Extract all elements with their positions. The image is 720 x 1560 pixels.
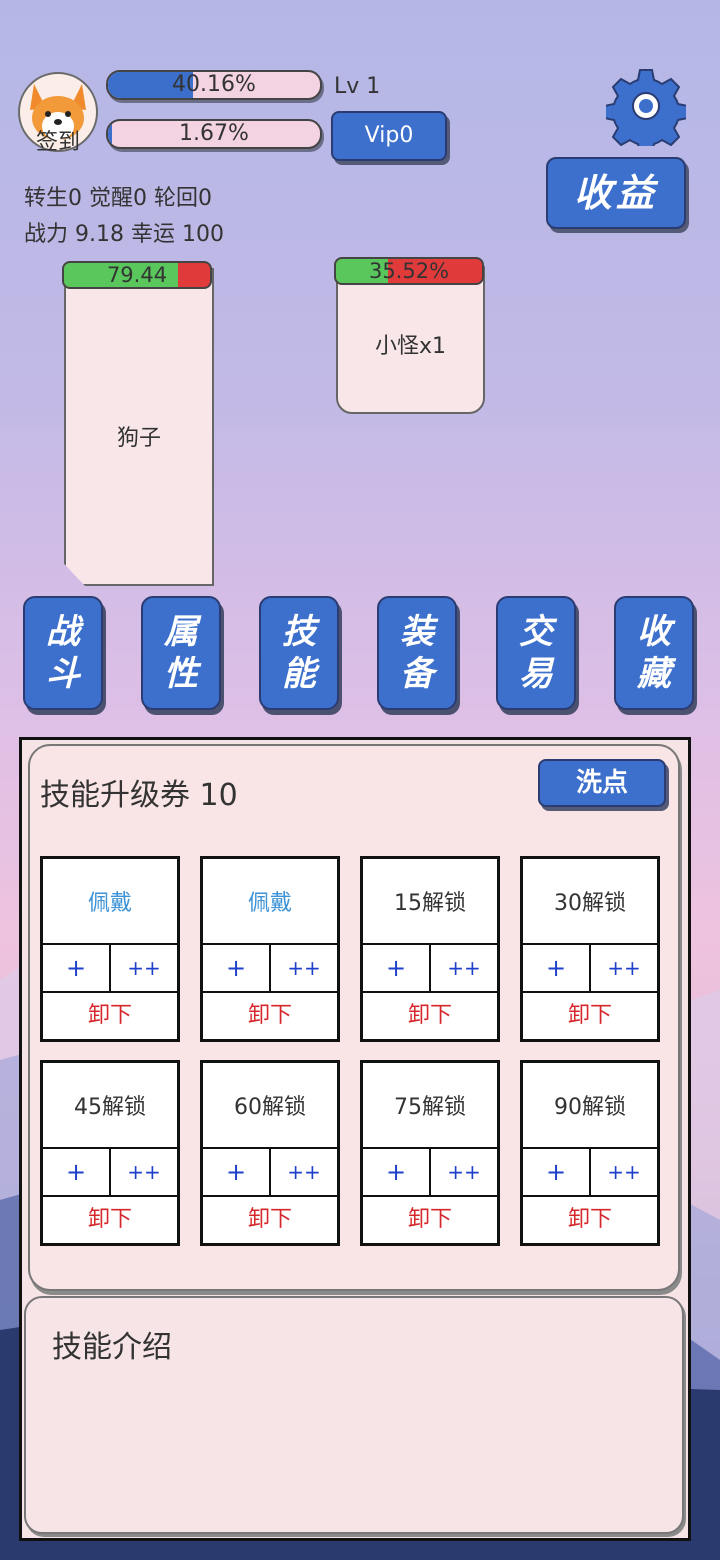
skill-upgrade-button[interactable]: + [43,945,111,991]
skill-slot[interactable]: 75解锁 + ++ 卸下 [360,1060,500,1246]
enemy-card[interactable]: 小怪x1 [336,266,485,414]
menu-trade-char2: 易 [519,654,553,694]
enemy-hp-bar: 35.52% [334,257,484,285]
rebirth-stats: 转生0 觉醒0 轮回0 [24,186,212,211]
menu-battle-char2: 斗 [46,654,80,694]
menu-collection-char2: 藏 [637,654,671,694]
skill-slot[interactable]: 15解锁 + ++ 卸下 [360,856,500,1042]
skill-upgrade-max-button[interactable]: ++ [271,1149,337,1195]
vip-progress-text: 1.67% [179,121,249,146]
skill-upgrade-row: + ++ [523,945,657,993]
skill-upgrade-button[interactable]: + [523,1149,591,1195]
skill-unequip-button[interactable]: 卸下 [523,1197,657,1243]
menu-skills-char1: 技 [282,612,316,652]
skill-upgrade-max-button[interactable]: ++ [111,945,177,991]
menu-battle-button[interactable]: 战斗 [23,596,103,710]
skill-slot[interactable]: 佩戴 + ++ 卸下 [40,856,180,1042]
skill-slot-title[interactable]: 佩戴 [203,859,337,945]
enemy-hp-text: 35.52% [368,259,450,283]
vip-progress-bar: 1.67% [106,119,322,149]
skill-upgrade-row: + ++ [523,1149,657,1197]
menu-collection-char1: 收 [637,612,671,652]
skill-upgrade-max-button[interactable]: ++ [111,1149,177,1195]
skill-upgrade-max-button[interactable]: ++ [431,945,497,991]
menu-skills-button[interactable]: 技能 [259,596,339,710]
skill-unequip-button[interactable]: 卸下 [363,1197,497,1243]
skill-slot[interactable]: 45解锁 + ++ 卸下 [40,1060,180,1246]
skill-slot-title[interactable]: 60解锁 [203,1063,337,1149]
gear-icon[interactable] [606,66,686,146]
skill-upgrade-button[interactable]: + [363,945,431,991]
skill-unequip-button[interactable]: 卸下 [523,993,657,1039]
skill-slot-title[interactable]: 90解锁 [523,1063,657,1149]
skill-slot-title[interactable]: 45解锁 [43,1063,177,1149]
skill-slot-title[interactable]: 佩戴 [43,859,177,945]
menu-attributes-char2: 性 [164,654,198,694]
menu-collection-button[interactable]: 收藏 [614,596,694,710]
vip-button[interactable]: Vip0 [331,111,447,161]
skill-intro-label: 技能介绍 [52,1330,172,1365]
skill-upgrade-button[interactable]: + [363,1149,431,1195]
menu-battle-char1: 战 [46,612,80,652]
skill-upgrade-button[interactable]: + [523,945,591,991]
skill-unequip-button[interactable]: 卸下 [43,993,177,1039]
skill-upgrade-button[interactable]: + [203,945,271,991]
menu-attributes-button[interactable]: 属性 [141,596,221,710]
skill-slot-title[interactable]: 15解锁 [363,859,497,945]
hero-name: 狗子 [116,426,161,451]
menu-equipment-char1: 装 [400,612,434,652]
skill-unequip-button[interactable]: 卸下 [363,993,497,1039]
checkin-label[interactable]: 签到 [22,124,94,156]
menu-trade-button[interactable]: 交易 [496,596,576,710]
menu-equipment-char2: 备 [400,654,434,694]
skill-slot-title[interactable]: 30解锁 [523,859,657,945]
skill-slot[interactable]: 60解锁 + ++ 卸下 [200,1060,340,1246]
power-luck-stats: 战力 9.18 幸运 100 [24,222,224,247]
level-text: Lv 1 [334,74,381,99]
hero-hp-bar: 79.44 [62,261,212,289]
skill-slot[interactable]: 30解锁 + ++ 卸下 [520,856,660,1042]
exp-progress-text: 40.16% [172,72,256,97]
skill-upgrade-max-button[interactable]: ++ [271,945,337,991]
skill-upgrade-button[interactable]: + [43,1149,111,1195]
skill-upgrade-row: + ++ [363,1149,497,1197]
skill-slot[interactable]: 90解锁 + ++ 卸下 [520,1060,660,1246]
skill-upgrade-row: + ++ [43,1149,177,1197]
skill-ticket-count: 技能升级券 10 [40,778,238,813]
menu-skills-char2: 能 [282,654,316,694]
menu-equipment-button[interactable]: 装备 [377,596,457,710]
skill-upgrade-row: + ++ [363,945,497,993]
skill-slot[interactable]: 佩戴 + ++ 卸下 [200,856,340,1042]
hero-card[interactable]: 狗子 [64,268,214,586]
skill-slot-title[interactable]: 75解锁 [363,1063,497,1149]
skill-upgrade-max-button[interactable]: ++ [591,945,657,991]
skill-unequip-button[interactable]: 卸下 [203,1197,337,1243]
menu-attributes-char1: 属 [164,612,198,652]
skill-upgrade-row: + ++ [203,1149,337,1197]
skill-upgrade-button[interactable]: + [203,1149,271,1195]
skill-upgrade-max-button[interactable]: ++ [431,1149,497,1195]
exp-progress-bar: 40.16% [106,70,322,100]
skill-upgrade-row: + ++ [203,945,337,993]
hero-hp-text: 79.44 [106,263,168,287]
skill-unequip-button[interactable]: 卸下 [203,993,337,1039]
menu-trade-char1: 交 [519,612,553,652]
skill-upgrade-max-button[interactable]: ++ [591,1149,657,1195]
skill-unequip-button[interactable]: 卸下 [43,1197,177,1243]
enemy-name: 小怪x1 [374,334,447,359]
skill-upgrade-row: + ++ [43,945,177,993]
income-button[interactable]: 收益 [546,157,686,229]
reset-points-button[interactable]: 洗点 [538,759,666,807]
